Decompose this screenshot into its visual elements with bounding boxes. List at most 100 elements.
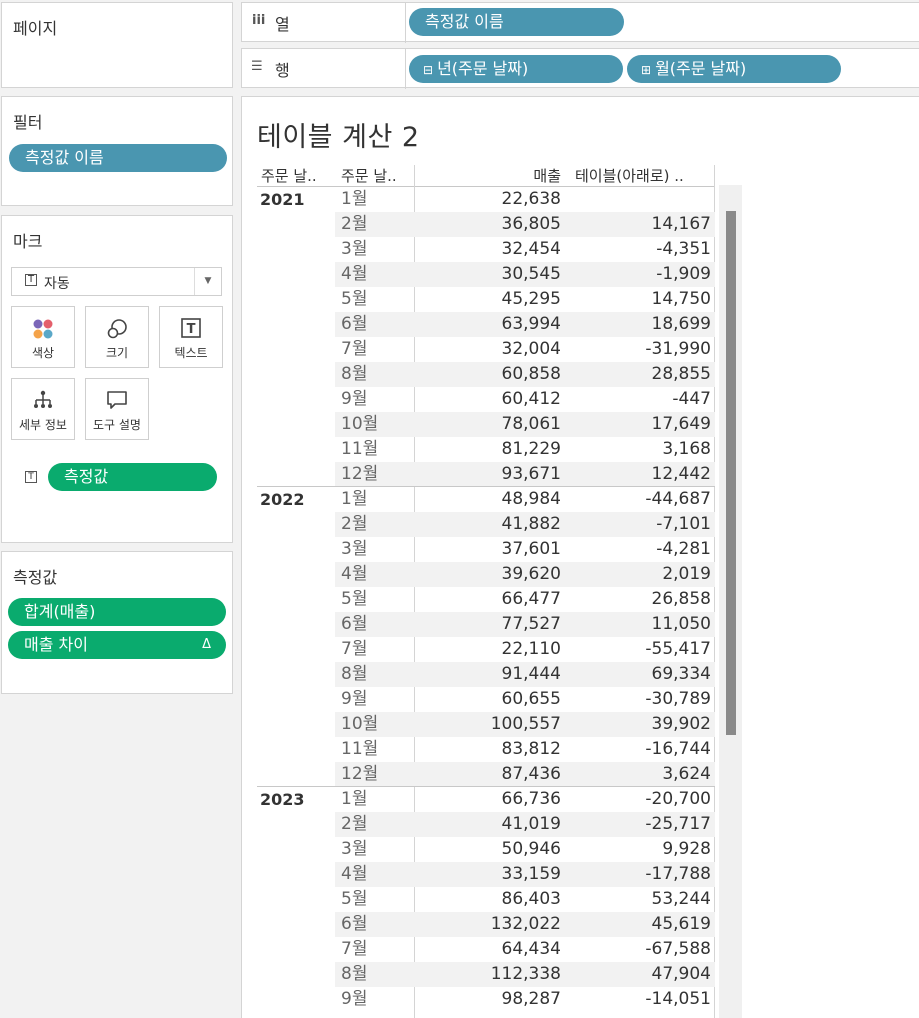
columns-icon: iii <box>252 13 266 28</box>
month-label: 4월 <box>341 264 368 284</box>
size-icon <box>86 317 148 339</box>
detail-icon <box>12 389 74 411</box>
text-encoding-icon: T <box>25 471 37 483</box>
month-label: 5월 <box>341 889 368 909</box>
month-label: 3월 <box>341 539 368 559</box>
sales-value: 86,403 <box>501 889 561 909</box>
pages-panel: 페이지 <box>1 2 233 88</box>
table-calc-value: -4,351 <box>656 239 711 259</box>
month-label: 11월 <box>341 439 379 459</box>
chevron-down-icon: ▼ <box>194 268 221 295</box>
table-calc-value: 18,699 <box>651 314 711 334</box>
filter-pill-measure-names[interactable]: 측정값 이름 <box>9 144 227 172</box>
sales-value: 81,229 <box>501 439 561 459</box>
table-calc-value: -31,990 <box>645 339 711 359</box>
sales-value: 22,110 <box>501 639 561 659</box>
year-label: 2023 <box>260 790 305 809</box>
size-button[interactable]: 크기 <box>85 306 149 368</box>
text-label: 텍스트 <box>174 346 208 360</box>
detail-button[interactable]: 세부 정보 <box>11 378 75 440</box>
month-label: 7월 <box>341 939 368 959</box>
month-label: 2월 <box>341 214 368 234</box>
month-label: 7월 <box>341 639 368 659</box>
tooltip-icon <box>86 389 148 411</box>
table-calc-value: -67,588 <box>645 939 711 959</box>
collapse-icon[interactable]: ⊟ <box>423 63 433 77</box>
shelf-divider <box>405 3 406 43</box>
sales-value: 93,671 <box>501 464 561 484</box>
color-label: 색상 <box>31 346 55 360</box>
table-calc-value: 3,624 <box>662 764 711 784</box>
vertical-scrollbar-thumb[interactable] <box>726 211 736 735</box>
table-calc-value: 11,050 <box>651 614 711 634</box>
month-label: 8월 <box>341 664 368 684</box>
sales-value: 60,858 <box>501 364 561 384</box>
svg-text:T: T <box>187 322 196 337</box>
table-calc-value: 17,649 <box>651 414 711 434</box>
rows-pill-month[interactable]: ⊞ 월(주문 날짜) <box>627 55 841 83</box>
table-calc-value: -16,744 <box>645 739 711 759</box>
month-label: 9월 <box>341 389 368 409</box>
detail-label: 세부 정보 <box>19 418 67 432</box>
color-icon <box>12 317 74 339</box>
month-label: 6월 <box>341 314 368 334</box>
header-year[interactable]: 주문 날.. <box>261 165 317 186</box>
sales-value: 83,812 <box>501 739 561 759</box>
header-month[interactable]: 주문 날.. <box>341 165 397 186</box>
measure-pill-sum-sales[interactable]: 합계(매출) <box>8 598 226 626</box>
table-calc-value: -14,051 <box>645 989 711 1009</box>
year-label: 2022 <box>260 490 305 509</box>
sales-value: 36,805 <box>501 214 561 234</box>
rows-icon: ☰ <box>251 59 263 74</box>
sales-value: 132,022 <box>490 914 561 934</box>
year-label: 2021 <box>260 190 305 209</box>
sales-value: 60,412 <box>501 389 561 409</box>
table-calc-value: 28,855 <box>651 364 711 384</box>
tooltip-button[interactable]: 도구 설명 <box>85 378 149 440</box>
tooltip-label: 도구 설명 <box>93 418 141 432</box>
month-label: 1월 <box>341 789 368 809</box>
table-calc-value <box>572 187 711 212</box>
columns-shelf-label: 열 <box>275 15 290 34</box>
month-label: 8월 <box>341 364 368 384</box>
table-calc-value: 69,334 <box>651 664 711 684</box>
sales-value: 32,004 <box>501 339 561 359</box>
rows-shelf[interactable]: ☰ 행 ⊟ 년(주문 날짜) ⊞ 월(주문 날짜) <box>241 48 919 89</box>
table-calc-value: -55,417 <box>645 639 711 659</box>
header-column-divider <box>414 165 415 1018</box>
sales-value: 33,159 <box>501 864 561 884</box>
sales-value: 64,434 <box>501 939 561 959</box>
rows-pill-month-label: 월(주문 날짜) <box>655 59 747 78</box>
month-label: 9월 <box>341 689 368 709</box>
month-label: 2월 <box>341 514 368 534</box>
expand-icon[interactable]: ⊞ <box>641 63 651 77</box>
sales-value: 41,019 <box>501 814 561 834</box>
mark-type-value: 자동 <box>44 276 70 292</box>
rows-shelf-label: 행 <box>275 61 290 80</box>
measure-pill-sales-diff-label: 매출 차이 <box>24 635 88 654</box>
table-right-border <box>714 165 715 1018</box>
measure-pill-sales-diff[interactable]: 매출 차이 Δ <box>8 631 226 659</box>
shelf-divider <box>405 49 406 89</box>
month-label: 12월 <box>341 464 379 484</box>
header-sales[interactable]: 매출 <box>525 165 561 186</box>
table-calc-value: -1,909 <box>656 264 711 284</box>
text-button[interactable]: T 텍스트 <box>159 306 223 368</box>
columns-shelf[interactable]: iii 열 측정값 이름 <box>241 2 919 43</box>
columns-pill-measure-names[interactable]: 측정값 이름 <box>409 8 624 36</box>
table-calc-value: 3,168 <box>662 439 711 459</box>
month-label: 2월 <box>341 814 368 834</box>
month-label: 1월 <box>341 189 368 209</box>
pages-title: 페이지 <box>13 19 58 38</box>
month-label: 9월 <box>341 989 368 1009</box>
view-title: 테이블 계산 2 <box>257 122 420 153</box>
table-calc-value: 53,244 <box>651 889 711 909</box>
mark-type-dropdown[interactable]: T 자동 ▼ <box>11 267 222 296</box>
sales-value: 50,946 <box>501 839 561 859</box>
rows-pill-year-label: 년(주문 날짜) <box>437 59 529 78</box>
color-button[interactable]: 색상 <box>11 306 75 368</box>
text-icon: T <box>160 317 222 339</box>
marks-text-pill-measure-values[interactable]: 측정값 <box>48 463 217 491</box>
rows-pill-year[interactable]: ⊟ 년(주문 날짜) <box>409 55 623 83</box>
header-table-calc[interactable]: 테이블(아래로) .. <box>575 165 684 186</box>
